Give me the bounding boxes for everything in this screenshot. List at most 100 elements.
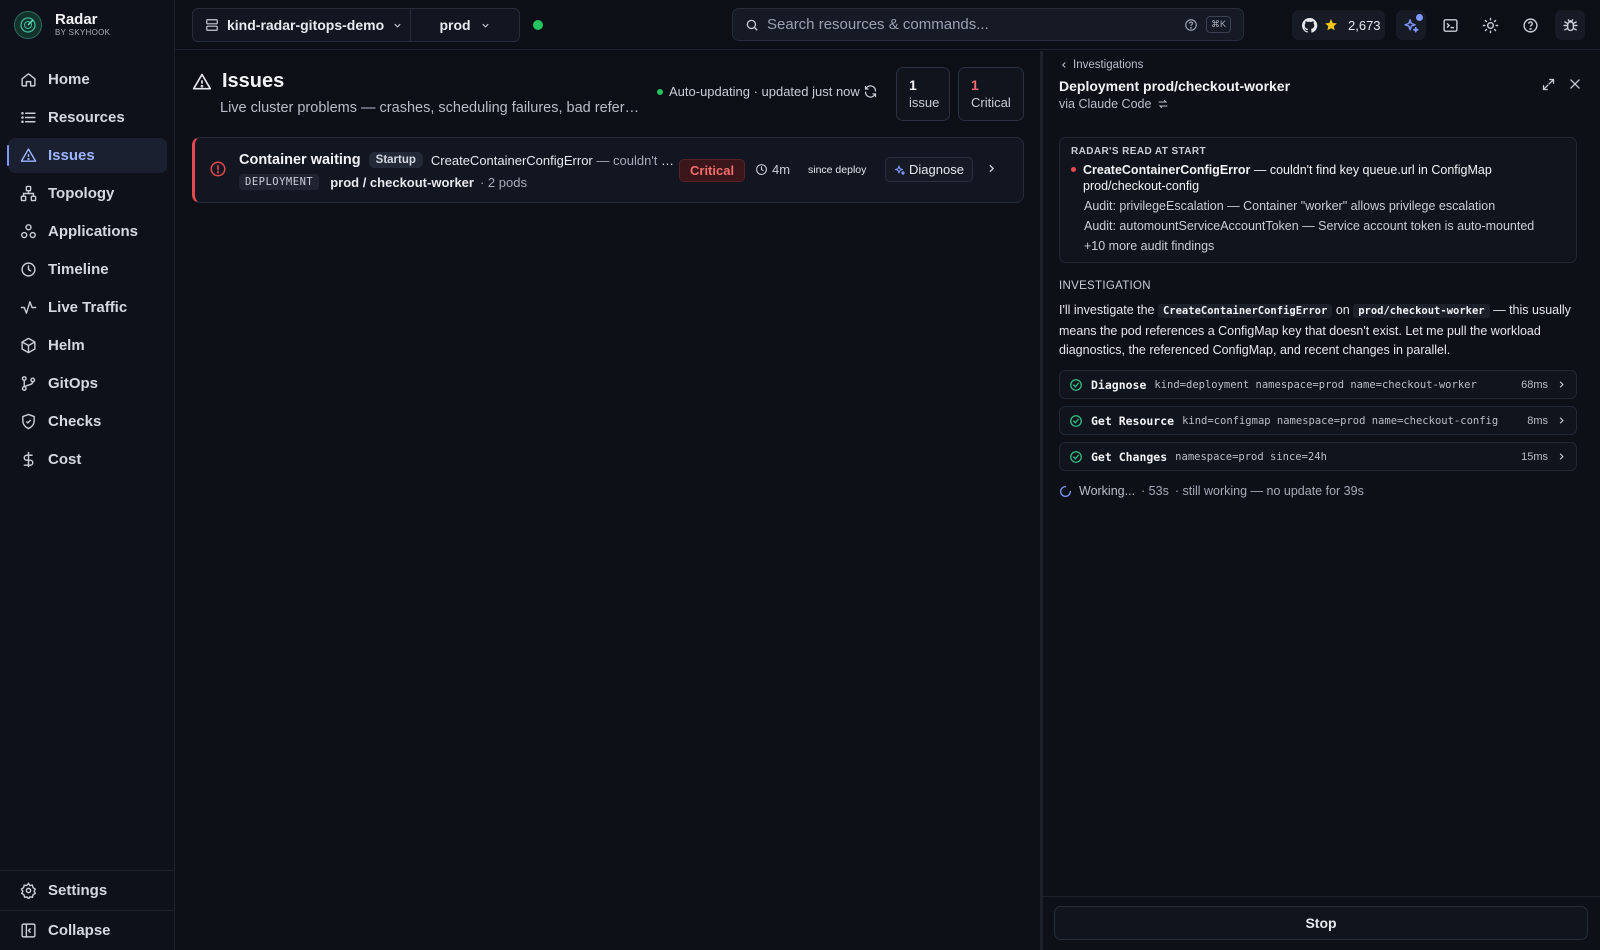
search-input[interactable]: Search resources & commands... ⌘K xyxy=(732,8,1244,41)
sidebar-item-cost[interactable]: Cost xyxy=(8,442,167,477)
page-title: Issues xyxy=(192,70,284,93)
resource-link[interactable]: prod / checkout-worker xyxy=(330,175,474,190)
terminal-button[interactable] xyxy=(1435,10,1465,40)
sidebar-item-label: Resources xyxy=(48,109,125,126)
sidebar-item-label: Cost xyxy=(48,451,82,468)
sidebar-item-label: Home xyxy=(48,71,90,88)
sidebar-bottom: Settings Collapse xyxy=(0,870,175,950)
audit-finding: Audit: privilegeEscalation — Container "… xyxy=(1084,199,1496,213)
diagnose-button[interactable]: Diagnose xyxy=(885,157,973,182)
sidebar-item-label: Timeline xyxy=(48,261,109,278)
message-text: on xyxy=(1332,303,1354,317)
git-branch-icon xyxy=(19,375,37,393)
sidebar-item-label: Topology xyxy=(48,185,115,202)
cluster-name: kind-radar-gitops-demo xyxy=(227,17,385,33)
github-stars-button[interactable]: 2,673 xyxy=(1292,10,1385,40)
resource-kind-tag: DEPLOYMENT xyxy=(239,174,320,190)
search-icon xyxy=(745,18,759,32)
more-audit-findings[interactable]: +10 more audit findings xyxy=(1084,236,1565,256)
sidebar-item-label: Applications xyxy=(48,223,139,240)
chevron-right-icon[interactable] xyxy=(985,162,998,178)
sidebar-nav: Home Resources Issues Topology Applicati… xyxy=(7,62,167,480)
message-text: I'll investigate the xyxy=(1059,303,1158,317)
bug-icon xyxy=(1562,17,1579,34)
topbar: kind-radar-gitops-demo prod Search resou… xyxy=(175,0,1600,50)
star-icon xyxy=(1324,18,1338,32)
collapse-button[interactable]: Collapse xyxy=(0,910,175,950)
brand[interactable]: Radar BY SKYHOOK xyxy=(14,11,110,39)
cluster-selector[interactable]: kind-radar-gitops-demo xyxy=(193,9,411,41)
sidebar-item-timeline[interactable]: Timeline xyxy=(8,252,167,287)
namespace-selector[interactable]: prod xyxy=(411,9,519,41)
tool-name: Get Changes xyxy=(1091,449,1168,464)
github-icon xyxy=(1301,17,1318,34)
tool-call-get-resource[interactable]: Get Resource kind=configmap namespace=pr… xyxy=(1059,406,1577,435)
home-icon xyxy=(19,71,37,89)
sidebar-item-topology[interactable]: Topology xyxy=(8,176,167,211)
back-to-investigations-link[interactable]: Investigations xyxy=(1059,59,1143,71)
back-label: Investigations xyxy=(1073,59,1144,71)
expand-icon[interactable] xyxy=(1541,77,1556,95)
sidebar-item-resources[interactable]: Resources xyxy=(8,100,167,135)
sidebar-item-applications[interactable]: Applications xyxy=(8,214,167,249)
page-title-text: Issues xyxy=(222,70,285,92)
issue-count-label: issue xyxy=(909,95,940,110)
chevron-right-icon xyxy=(1556,451,1567,462)
settings-button[interactable]: Settings xyxy=(0,870,175,910)
issue-row[interactable]: Container waiting Startup CreateContaine… xyxy=(192,137,1024,203)
investigation-heading: INVESTIGATION xyxy=(1059,280,1151,292)
issue-reason: CreateContainerConfigError — couldn't fi… xyxy=(431,153,676,168)
severity-badge: Critical xyxy=(679,159,746,182)
sidebar-item-helm[interactable]: Helm xyxy=(8,328,167,363)
sidebar-item-label: Live Traffic xyxy=(48,299,128,316)
tool-name: Get Resource xyxy=(1091,413,1175,428)
terminal-icon xyxy=(1442,17,1459,34)
sidebar-item-label: Issues xyxy=(48,147,95,164)
tool-name: Diagnose xyxy=(1091,377,1147,392)
tool-duration: 68ms xyxy=(1521,378,1548,391)
list-icon xyxy=(19,109,37,127)
alert-circle-icon xyxy=(209,160,227,181)
help-button[interactable] xyxy=(1515,10,1545,40)
close-icon[interactable] xyxy=(1568,77,1582,94)
tool-call-diagnose[interactable]: Diagnose kind=deployment namespace=prod … xyxy=(1059,370,1577,399)
tool-args: kind=configmap namespace=prod name=check… xyxy=(1182,414,1499,427)
check-circle-icon xyxy=(1069,414,1083,428)
sidebar-collapse-icon xyxy=(19,922,37,940)
issue-count-card[interactable]: 1 issue xyxy=(896,67,950,121)
sidebar-item-checks[interactable]: Checks xyxy=(8,404,167,439)
initial-read-box: RADAR'S READ AT START CreateContainerCon… xyxy=(1059,137,1577,263)
auto-update-status: Auto-updating · updated just now xyxy=(657,84,860,99)
page-subtitle: Live cluster problems — crashes, schedul… xyxy=(220,100,640,116)
chevron-left-icon xyxy=(1059,60,1069,70)
help-icon[interactable] xyxy=(1184,18,1198,32)
debug-button[interactable] xyxy=(1555,10,1585,40)
clock-icon xyxy=(755,163,768,176)
sidebar-item-home[interactable]: Home xyxy=(8,62,167,97)
investigation-panel: Investigations Deployment prod/checkout-… xyxy=(1040,51,1600,950)
tool-call-get-changes[interactable]: Get Changes namespace=prod since=24h 15m… xyxy=(1059,442,1577,471)
ai-assistant-button[interactable] xyxy=(1396,10,1426,40)
sidebar: Radar BY SKYHOOK Home Resources Issues T… xyxy=(0,0,175,950)
sidebar-item-gitops[interactable]: GitOps xyxy=(8,366,167,401)
read-primary-reason: CreateContainerConfigError xyxy=(1083,163,1251,177)
sidebar-item-label: Checks xyxy=(48,413,102,430)
stop-button[interactable]: Stop xyxy=(1054,906,1588,940)
settings-label: Settings xyxy=(48,882,108,899)
panel-title: Deployment prod/checkout-worker xyxy=(1059,78,1291,94)
activity-icon xyxy=(19,299,37,317)
server-icon xyxy=(205,18,219,32)
refresh-icon[interactable] xyxy=(863,84,878,102)
issue-title: Container waiting xyxy=(239,152,361,168)
brand-sub: BY SKYHOOK xyxy=(55,28,111,37)
theme-toggle-button[interactable] xyxy=(1475,10,1505,40)
issue-age: 4m xyxy=(755,162,790,177)
sun-icon xyxy=(1482,17,1499,34)
applications-icon xyxy=(19,223,37,241)
sidebar-item-live-traffic[interactable]: Live Traffic xyxy=(8,290,167,325)
switch-agent-icon[interactable] xyxy=(1157,98,1169,110)
critical-count-card[interactable]: 1 Critical xyxy=(958,67,1024,121)
sidebar-item-issues[interactable]: Issues xyxy=(7,138,167,173)
pod-count: · 2 pods xyxy=(479,174,527,190)
inline-code: CreateContainerConfigError xyxy=(1157,304,1333,318)
